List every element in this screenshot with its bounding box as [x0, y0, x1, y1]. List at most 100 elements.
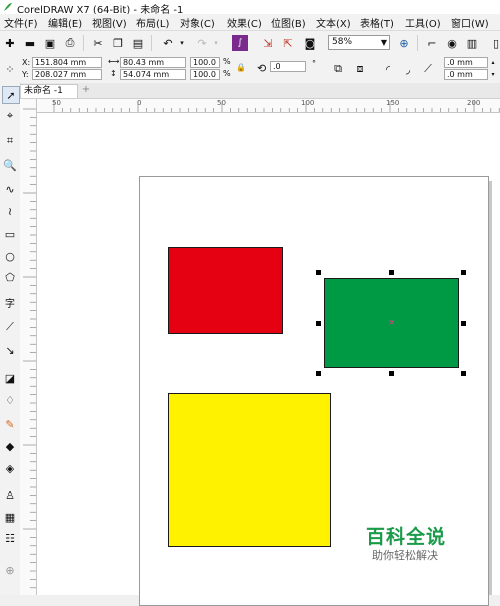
mirror-horizontal-icon[interactable]: ⧉	[330, 61, 346, 77]
yellow-rectangle[interactable]	[168, 393, 331, 547]
artistic-media-icon[interactable]: ≀	[2, 203, 18, 219]
horizontal-ruler[interactable]: 50 0 50 100 150 200	[36, 99, 500, 113]
menu-edit[interactable]: 编辑(E)	[48, 15, 82, 30]
open-folder-icon[interactable]: ▬	[22, 35, 38, 51]
shape-tool-icon[interactable]: ⌖	[2, 108, 18, 124]
selection-handle-bottom-right[interactable]	[461, 371, 466, 376]
zoom-level-select[interactable]: 58% ▼	[328, 35, 390, 50]
full-screen-icon[interactable]: ⊕	[396, 35, 412, 51]
save-icon[interactable]: ▣	[42, 35, 58, 51]
copy-icon[interactable]: ❐	[110, 35, 126, 51]
mirror-vertical-icon[interactable]: ⧈	[352, 61, 368, 77]
round-corner-icon[interactable]: ◜	[380, 61, 396, 77]
export-icon[interactable]: ⇱	[280, 35, 296, 51]
chamfered-corner-icon[interactable]: ⟋	[420, 61, 436, 77]
selection-handle-right[interactable]	[461, 321, 466, 326]
outline-pen-icon[interactable]: ♙	[2, 487, 18, 503]
add-tool-icon[interactable]: ⊕	[2, 562, 18, 578]
menu-object[interactable]: 对象(C)	[180, 15, 215, 30]
percent-label-y: %	[223, 69, 231, 78]
blend-tool-icon[interactable]: ☷	[2, 530, 18, 546]
property-bar: ⁘ X: 151.804 mm Y: 208.027 mm ⟷ 80.43 mm…	[0, 55, 500, 84]
color-eyedropper-icon[interactable]: ✎	[2, 416, 18, 432]
options-icon[interactable]: ▯	[488, 35, 500, 51]
search-content-icon[interactable]: ∫	[232, 35, 248, 51]
h-ruler-ticks	[53, 101, 500, 112]
selection-handle-top-right[interactable]	[461, 270, 466, 275]
menu-window[interactable]: 窗口(W)	[451, 15, 489, 30]
spin-arrows-icon[interactable]: ▾	[488, 69, 498, 79]
snap-to-icon[interactable]: ▥	[464, 35, 480, 51]
corner-radius-field-1[interactable]: .0 mm	[444, 57, 488, 68]
v-ruler-ticks	[23, 108, 36, 589]
percent-label-x: %	[223, 57, 231, 66]
parallel-dimension-icon[interactable]: ⟋	[2, 319, 18, 335]
menu-bitmaps[interactable]: 位图(B)	[271, 15, 306, 30]
selection-handle-top[interactable]	[389, 270, 394, 275]
add-document-icon[interactable]: +	[80, 84, 92, 97]
height-field[interactable]: 54.074 mm	[120, 69, 186, 80]
redo-dropdown-icon[interactable]: ▾	[208, 35, 224, 51]
scale-y-field[interactable]: 100.0	[190, 69, 220, 80]
coreldraw-logo-icon	[4, 3, 12, 11]
menu-text[interactable]: 文本(X)	[316, 15, 351, 30]
menu-file[interactable]: 文件(F)	[4, 15, 38, 30]
selection-handle-bottom[interactable]	[389, 371, 394, 376]
standard-toolbar: ✚ ▬ ▣ ⎙ ✂ ❐ ▤ ↶ ▾ ↷ ▾ ∫ ⇲ ⇱ ◙ 58% ▼ ⊕ ⌐ …	[0, 31, 500, 56]
toolbox: ➚ ⌖ ⌗ 🔍 ∿ ≀ ▭ ○ ⬠ 字 ⟋ ↘ ◪ ♢ ✎ ◆ ◈ ♙ ▦ ☷ …	[0, 83, 21, 595]
view-icon[interactable]: ◉	[444, 35, 460, 51]
selection-handle-left[interactable]	[316, 321, 321, 326]
drop-shadow-icon[interactable]: ◪	[2, 370, 18, 386]
import-icon[interactable]: ⇲	[260, 35, 276, 51]
zoom-tool-icon[interactable]: 🔍	[2, 157, 18, 173]
transparency-icon[interactable]: ♢	[2, 392, 18, 408]
pick-tool-icon[interactable]: ➚	[2, 86, 20, 104]
selection-handle-top-left[interactable]	[316, 270, 321, 275]
red-rectangle[interactable]	[168, 247, 283, 334]
new-document-icon[interactable]: ✚	[2, 35, 18, 51]
scale-x-field[interactable]: 100.0	[190, 57, 220, 68]
document-tab[interactable]: 未命名 -1	[20, 84, 78, 98]
undo-dropdown-icon[interactable]: ▾	[174, 35, 190, 51]
zoom-level-value: 58%	[332, 37, 353, 47]
rectangle-tool-icon[interactable]: ▭	[2, 226, 18, 242]
interactive-fill-icon[interactable]: ◆	[2, 438, 18, 454]
chevron-down-icon: ▼	[380, 38, 387, 47]
spin-arrows-icon[interactable]: ▴	[488, 57, 498, 67]
smart-fill-icon[interactable]: ◈	[2, 460, 18, 476]
toolbar-separator	[151, 35, 152, 51]
selection-handle-bottom-left[interactable]	[316, 371, 321, 376]
show-rulers-icon[interactable]: ⌐	[424, 35, 440, 51]
menu-view[interactable]: 视图(V)	[92, 15, 127, 30]
document-tab-bar: 未命名 -1 +	[20, 83, 500, 99]
x-position-field[interactable]: 151.804 mm	[32, 57, 102, 68]
object-origin-icon[interactable]: ⁘	[2, 61, 18, 77]
rotation-field[interactable]: .0	[270, 61, 306, 72]
crop-tool-icon[interactable]: ⌗	[2, 133, 18, 149]
toolbar-separator	[417, 35, 418, 51]
menu-tools[interactable]: 工具(O)	[405, 15, 441, 30]
publish-pdf-icon[interactable]: ◙	[302, 35, 318, 51]
toolbar-separator	[83, 35, 84, 51]
lock-ratio-icon[interactable]: 🔒	[236, 63, 246, 72]
text-tool-icon[interactable]: 字	[2, 294, 18, 310]
polygon-tool-icon[interactable]: ⬠	[2, 269, 18, 285]
ellipse-tool-icon[interactable]: ○	[2, 248, 18, 264]
freehand-tool-icon[interactable]: ∿	[2, 181, 18, 197]
menu-layout[interactable]: 布局(L)	[136, 15, 169, 30]
menu-effects[interactable]: 效果(C)	[227, 15, 262, 30]
corner-radius-field-2[interactable]: .0 mm	[444, 69, 488, 80]
print-icon[interactable]: ⎙	[62, 35, 78, 51]
y-position-field[interactable]: 208.027 mm	[32, 69, 102, 80]
connector-tool-icon[interactable]: ↘	[2, 342, 18, 358]
watermark-title: 百科全说	[366, 526, 447, 548]
menu-bar: 文件(F) 编辑(E) 视图(V) 布局(L) 对象(C) 效果(C) 位图(B…	[0, 14, 500, 31]
scalloped-corner-icon[interactable]: ◞	[400, 61, 416, 77]
cut-icon[interactable]: ✂	[90, 35, 106, 51]
width-field[interactable]: 80.43 mm	[120, 57, 186, 68]
mesh-fill-icon[interactable]: ▦	[2, 509, 18, 525]
vertical-ruler[interactable]	[20, 99, 37, 595]
width-icon: ⟷	[108, 57, 120, 66]
menu-table[interactable]: 表格(T)	[360, 15, 394, 30]
paste-icon[interactable]: ▤	[130, 35, 146, 51]
